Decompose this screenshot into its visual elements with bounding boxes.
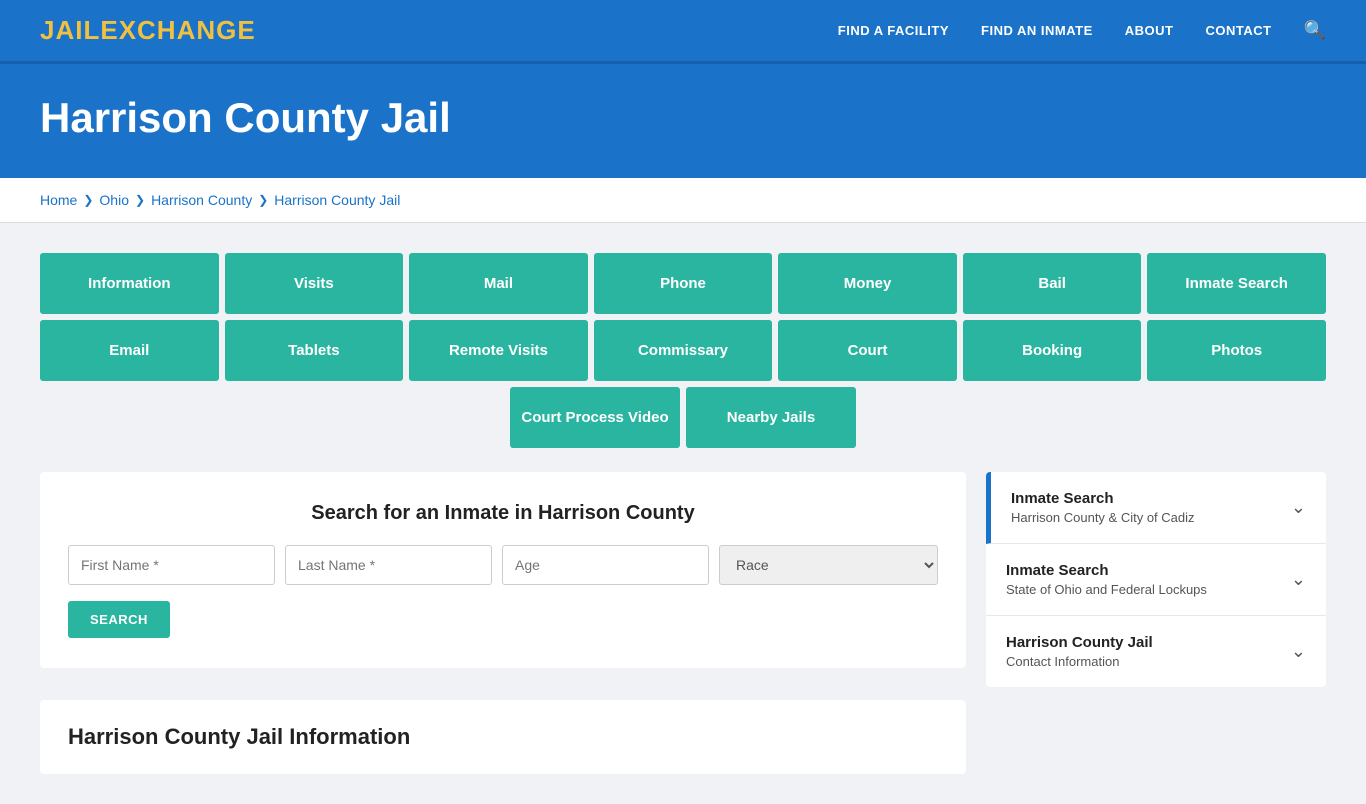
chevron-down-icon-3: ⌄ bbox=[1291, 641, 1306, 662]
btn-inmate-search[interactable]: Inmate Search bbox=[1147, 253, 1326, 314]
breadcrumb-harrison-county-jail[interactable]: Harrison County Jail bbox=[274, 192, 400, 208]
btn-money[interactable]: Money bbox=[778, 253, 957, 314]
logo-highlight: E bbox=[100, 15, 118, 45]
navbar: JAILEXCHANGE FIND A FACILITY FIND AN INM… bbox=[0, 0, 1366, 64]
first-name-input[interactable] bbox=[68, 545, 275, 585]
logo-text-jail: JAIL bbox=[40, 15, 100, 45]
btn-court[interactable]: Court bbox=[778, 320, 957, 381]
breadcrumb-sep-3: ❯ bbox=[258, 193, 268, 207]
search-title: Search for an Inmate in Harrison County bbox=[68, 502, 938, 525]
button-row-1: Information Visits Mail Phone Money Bail… bbox=[40, 253, 1326, 314]
btn-email[interactable]: Email bbox=[40, 320, 219, 381]
last-name-input[interactable] bbox=[285, 545, 492, 585]
sidebar-item-1-label: Inmate Search bbox=[1011, 490, 1195, 507]
btn-photos[interactable]: Photos bbox=[1147, 320, 1326, 381]
sidebar-card: Inmate Search Harrison County & City of … bbox=[986, 472, 1326, 687]
btn-booking[interactable]: Booking bbox=[963, 320, 1142, 381]
nav-find-facility[interactable]: FIND A FACILITY bbox=[838, 23, 949, 38]
btn-information[interactable]: Information bbox=[40, 253, 219, 314]
race-select[interactable]: Race White Black Hispanic Asian Other bbox=[719, 545, 938, 585]
page-title: Harrison County Jail bbox=[40, 94, 1326, 142]
logo-text-xchange: XCHANGE bbox=[119, 15, 256, 45]
search-fields: Race White Black Hispanic Asian Other bbox=[68, 545, 938, 585]
info-section: Harrison County Jail Information bbox=[40, 700, 966, 774]
age-input[interactable] bbox=[502, 545, 709, 585]
info-title: Harrison County Jail Information bbox=[68, 724, 938, 750]
sidebar-item-3-label: Harrison County Jail bbox=[1006, 634, 1153, 651]
sidebar-item-2-sub: State of Ohio and Federal Lockups bbox=[1006, 582, 1207, 597]
btn-court-process-video[interactable]: Court Process Video bbox=[510, 387, 680, 448]
main-content: Information Visits Mail Phone Money Bail… bbox=[0, 223, 1366, 804]
btn-visits[interactable]: Visits bbox=[225, 253, 404, 314]
sidebar-contact-info[interactable]: Harrison County Jail Contact Information… bbox=[986, 616, 1326, 687]
breadcrumb-sep-1: ❯ bbox=[83, 193, 93, 207]
nav-contact[interactable]: CONTACT bbox=[1205, 23, 1271, 38]
btn-tablets[interactable]: Tablets bbox=[225, 320, 404, 381]
btn-phone[interactable]: Phone bbox=[594, 253, 773, 314]
logo[interactable]: JAILEXCHANGE bbox=[40, 15, 256, 46]
sidebar: Inmate Search Harrison County & City of … bbox=[986, 472, 1326, 774]
hero-section: Harrison County Jail bbox=[0, 64, 1366, 178]
breadcrumb: Home ❯ Ohio ❯ Harrison County ❯ Harrison… bbox=[0, 178, 1366, 223]
sidebar-item-3-sub: Contact Information bbox=[1006, 654, 1153, 669]
nav-about[interactable]: ABOUT bbox=[1125, 23, 1174, 38]
sidebar-item-1-sub: Harrison County & City of Cadiz bbox=[1011, 510, 1195, 525]
btn-commissary[interactable]: Commissary bbox=[594, 320, 773, 381]
chevron-down-icon-1: ⌄ bbox=[1291, 497, 1306, 518]
btn-bail[interactable]: Bail bbox=[963, 253, 1142, 314]
button-row-3: Court Process Video Nearby Jails bbox=[40, 387, 1326, 448]
nav-find-inmate[interactable]: FIND AN INMATE bbox=[981, 23, 1093, 38]
breadcrumb-harrison-county[interactable]: Harrison County bbox=[151, 192, 252, 208]
nav-links: FIND A FACILITY FIND AN INMATE ABOUT CON… bbox=[838, 20, 1326, 41]
breadcrumb-home[interactable]: Home bbox=[40, 192, 77, 208]
button-row-2: Email Tablets Remote Visits Commissary C… bbox=[40, 320, 1326, 381]
search-button[interactable]: SEARCH bbox=[68, 601, 170, 638]
chevron-down-icon-2: ⌄ bbox=[1291, 569, 1306, 590]
breadcrumb-ohio[interactable]: Ohio bbox=[99, 192, 129, 208]
content-area: Search for an Inmate in Harrison County … bbox=[40, 472, 1326, 774]
breadcrumb-sep-2: ❯ bbox=[135, 193, 145, 207]
btn-nearby-jails[interactable]: Nearby Jails bbox=[686, 387, 856, 448]
sidebar-item-2-label: Inmate Search bbox=[1006, 562, 1207, 579]
search-icon[interactable]: 🔍 bbox=[1304, 20, 1326, 41]
btn-mail[interactable]: Mail bbox=[409, 253, 588, 314]
btn-remote-visits[interactable]: Remote Visits bbox=[409, 320, 588, 381]
sidebar-inmate-search-ohio[interactable]: Inmate Search State of Ohio and Federal … bbox=[986, 544, 1326, 616]
sidebar-inmate-search-harrison[interactable]: Inmate Search Harrison County & City of … bbox=[986, 472, 1326, 544]
search-panel: Search for an Inmate in Harrison County … bbox=[40, 472, 966, 668]
